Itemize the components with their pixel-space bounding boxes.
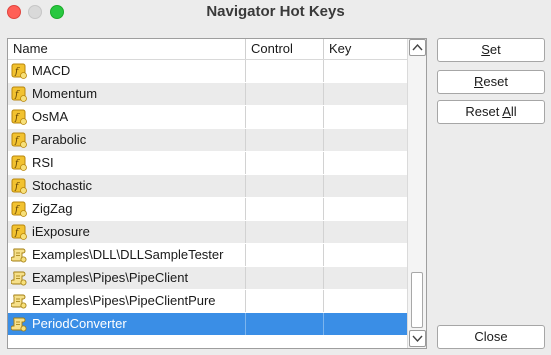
cell-control (246, 152, 324, 174)
column-header-name[interactable]: Name (8, 39, 246, 59)
set-button[interactable]: Set (437, 38, 545, 62)
row-name-label: Stochastic (32, 178, 92, 193)
window-title: Navigator Hot Keys (206, 3, 345, 20)
cell-name: f Parabolic (8, 129, 246, 151)
set-button-label: et (489, 42, 501, 57)
cell-key (324, 221, 407, 243)
cell-control (246, 106, 324, 128)
row-name-label: ZigZag (32, 201, 73, 216)
table-row[interactable]: Examples\Pipes\PipeClient (8, 267, 407, 290)
cell-control (246, 290, 324, 312)
cell-name: f OsMA (8, 106, 246, 128)
scroll-down-button[interactable] (409, 330, 426, 347)
cell-key (324, 267, 407, 289)
table-row[interactable]: Examples\Pipes\PipeClientPure (8, 290, 407, 313)
cell-control (246, 244, 324, 266)
chevron-down-icon (412, 335, 423, 343)
cell-name: f iExposure (8, 221, 246, 243)
reset-all-button[interactable]: Reset All (437, 100, 545, 124)
table-row[interactable]: f RSI (8, 152, 407, 175)
close-button[interactable]: Close (437, 325, 545, 349)
indicator-icon: f (11, 178, 27, 194)
scroll-up-button[interactable] (409, 39, 426, 56)
reset-button-mnemonic: R (474, 74, 484, 89)
cell-name: Examples\DLL\DLLSampleTester (8, 244, 246, 266)
row-name-label: Examples\Pipes\PipeClientPure (32, 293, 216, 308)
cell-control (246, 221, 324, 243)
cell-name: PeriodConverter (8, 313, 246, 335)
set-button-mnemonic: S (481, 42, 490, 57)
cell-key (324, 244, 407, 266)
scrollbar-thumb[interactable] (411, 272, 423, 328)
cell-key (324, 129, 407, 151)
table-row[interactable]: Examples\DLL\DLLSampleTester (8, 244, 407, 267)
script-icon (10, 293, 27, 309)
cell-name: Examples\Pipes\PipeClient (8, 267, 246, 289)
column-header-control[interactable]: Control (246, 39, 324, 59)
hotkeys-table: Name Control Key f MACD f Momentum f OsMA f Par… (7, 38, 427, 349)
row-name-label: Examples\DLL\DLLSampleTester (32, 247, 224, 262)
table-row[interactable]: f Parabolic (8, 129, 407, 152)
cell-key (324, 83, 407, 105)
script-icon (10, 316, 27, 332)
indicator-icon: f (11, 86, 27, 102)
cell-control (246, 267, 324, 289)
cell-key (324, 152, 407, 174)
title-bar: Navigator Hot Keys (0, 0, 551, 26)
cell-control (246, 129, 324, 151)
table-row[interactable]: f Momentum (8, 83, 407, 106)
cell-control (246, 175, 324, 197)
script-icon (10, 270, 27, 286)
indicator-icon: f (11, 224, 27, 240)
row-name-label: RSI (32, 155, 54, 170)
navigator-hot-keys-window: Navigator Hot Keys Name Control Key f MAC… (0, 0, 551, 355)
script-icon (10, 247, 27, 263)
row-name-label: MACD (32, 63, 71, 78)
table-row[interactable]: f OsMA (8, 106, 407, 129)
row-name-label: Momentum (32, 86, 98, 101)
cell-key (324, 313, 407, 335)
reset-button-label: eset (483, 74, 508, 89)
row-name-label: Examples\Pipes\PipeClient (32, 270, 189, 285)
table-row[interactable]: f ZigZag (8, 198, 407, 221)
cell-control (246, 198, 324, 220)
table-body: f MACD f Momentum f OsMA f Parabolic f RSI f Stocha… (8, 60, 407, 336)
cell-control (246, 313, 324, 335)
table-row[interactable]: f Stochastic (8, 175, 407, 198)
column-header-key[interactable]: Key (324, 39, 407, 59)
table-header: Name Control Key (8, 39, 407, 60)
indicator-icon: f (11, 155, 27, 171)
cell-control (246, 60, 324, 82)
cell-name: f MACD (8, 60, 246, 82)
indicator-icon: f (11, 63, 27, 79)
vertical-scrollbar[interactable] (407, 39, 426, 348)
table-row[interactable]: f MACD (8, 60, 407, 83)
cell-key (324, 60, 407, 82)
reset-all-button-label-pre: Reset (465, 104, 503, 119)
cell-name: f ZigZag (8, 198, 246, 220)
row-name-label: PeriodConverter (32, 316, 127, 331)
chevron-up-icon (412, 43, 423, 51)
indicator-icon: f (11, 132, 27, 148)
indicator-icon: f (11, 109, 27, 125)
reset-button[interactable]: Reset (437, 70, 545, 94)
cell-name: f Momentum (8, 83, 246, 105)
cell-key (324, 175, 407, 197)
cell-key (324, 290, 407, 312)
cell-key (324, 198, 407, 220)
table-row[interactable]: f iExposure (8, 221, 407, 244)
cell-name: f RSI (8, 152, 246, 174)
row-name-label: Parabolic (32, 132, 87, 147)
row-name-label: iExposure (32, 224, 90, 239)
row-name-label: OsMA (32, 109, 69, 124)
table-row[interactable]: PeriodConverter (8, 313, 407, 336)
reset-all-button-mnemonic: A (502, 104, 511, 119)
cell-key (324, 106, 407, 128)
cell-name: Examples\Pipes\PipeClientPure (8, 290, 246, 312)
indicator-icon: f (11, 201, 27, 217)
reset-all-button-label: ll (510, 104, 517, 119)
cell-control (246, 83, 324, 105)
cell-name: f Stochastic (8, 175, 246, 197)
